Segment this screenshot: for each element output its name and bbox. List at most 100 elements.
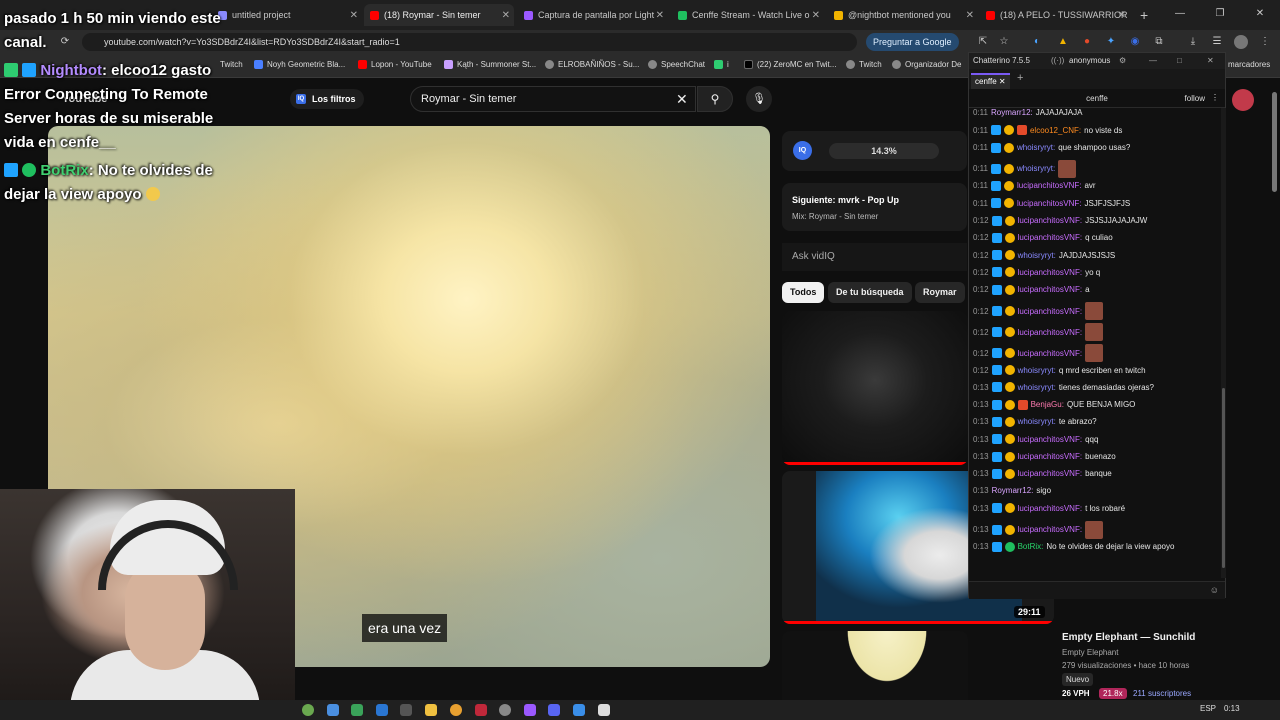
chip-roymar[interactable]: Roymar (915, 282, 965, 303)
maximize-icon[interactable]: □ (1177, 53, 1182, 69)
bookmark-folder[interactable]: marcadores (1228, 60, 1270, 69)
extension-icon[interactable]: ● (1080, 35, 1094, 49)
app-icon[interactable] (351, 704, 363, 716)
app-icon[interactable] (475, 704, 487, 716)
extension-icon[interactable]: ◐ (1030, 35, 1044, 49)
message-username[interactable]: lucipanchitosVNF: (1018, 504, 1082, 513)
page-scrollbar[interactable] (1270, 80, 1278, 690)
close-icon[interactable]: ✕ (966, 10, 974, 21)
message-username[interactable]: lucipanchitosVNF: (1018, 469, 1082, 478)
bookmark[interactable]: Noyh Geometric Bla... (254, 60, 345, 69)
close-icon[interactable]: ✕ (1118, 10, 1126, 21)
video-thumbnail[interactable] (782, 311, 968, 465)
url-field[interactable]: youtube.com/watch?v=Yo3SDBdrZ4I&list=RDY… (82, 33, 857, 51)
search-button[interactable]: ⚲ (697, 86, 733, 112)
bookmark[interactable]: i (714, 60, 729, 69)
message-username[interactable]: whoisryryt: (1018, 383, 1056, 392)
message-username[interactable]: lucipanchitosVNF: (1018, 328, 1082, 337)
emoji-icon[interactable]: ☺ (1210, 585, 1219, 595)
message-username[interactable]: lucipanchitosVNF: (1018, 216, 1082, 225)
bookmark[interactable]: (22) ZeroMC en Twit... (744, 60, 836, 69)
new-tab-button[interactable]: + (1134, 4, 1154, 26)
extension-icon[interactable]: ✦ (1104, 35, 1118, 49)
bookmark[interactable]: ELROBAÑIÑOS - Su... (545, 60, 639, 69)
browser-tab[interactable]: Cenffe Stream - Watch Live o ✕ (672, 4, 824, 26)
translate-button[interactable]: Preguntar a Google (866, 33, 959, 51)
vidiq-logo[interactable]: IQ (793, 141, 812, 160)
app-icon[interactable] (400, 704, 412, 716)
app-icon[interactable] (598, 704, 610, 716)
message-username[interactable]: lucipanchitosVNF: (1018, 268, 1082, 277)
star-icon[interactable]: ☆ (997, 35, 1011, 49)
message-username[interactable]: lucipanchitosVNF: (1018, 435, 1082, 444)
tab-cenffe[interactable]: cenffe ✕ (971, 73, 1010, 89)
video-title[interactable]: Empty Elephant — Sunchild (1062, 632, 1195, 643)
close-icon[interactable]: ✕ (350, 10, 358, 21)
chip-search[interactable]: De tu búsqueda (828, 282, 912, 303)
bookmark[interactable]: Kąth - Summoner St... (444, 60, 536, 69)
bookmark[interactable]: Twitch (846, 60, 882, 69)
reload-icon[interactable]: ⟳ (58, 35, 72, 49)
browser-tab[interactable]: @nightbot mentioned you ✕ (828, 4, 978, 26)
message-username[interactable]: lucipanchitosVNF: (1017, 199, 1081, 208)
message-username[interactable]: whoisryryt: (1018, 366, 1056, 375)
chat-input[interactable]: ☺ (969, 581, 1225, 599)
more-icon[interactable]: ⋮ (1211, 93, 1219, 102)
app-icon[interactable] (524, 704, 536, 716)
browser-tab[interactable]: (18) A PELO - TUSSIWARRIOR ✕ (980, 4, 1130, 26)
minimize-icon[interactable]: — (1149, 53, 1157, 69)
more-icon[interactable]: ⋮ (1258, 35, 1272, 49)
follow-button[interactable]: follow (1185, 94, 1205, 103)
close-icon[interactable]: ✕ (1207, 53, 1214, 69)
scrollbar-thumb[interactable] (1272, 92, 1277, 192)
close-icon[interactable]: ✕ (812, 10, 820, 21)
discord-icon[interactable] (548, 704, 560, 716)
next-up-panel[interactable] (782, 183, 967, 231)
extension-icon[interactable]: ◉ (1128, 35, 1142, 49)
message-username[interactable]: whoisryryt: (1017, 143, 1055, 152)
message-username[interactable]: lucipanchitosVNF: (1017, 181, 1081, 190)
chrome-icon[interactable] (450, 704, 462, 716)
bookmark[interactable]: Lopon - YouTube (358, 60, 432, 69)
avatar[interactable] (1232, 89, 1254, 111)
message-username[interactable]: Roymarr12: (991, 108, 1033, 117)
message-username[interactable]: whoisryryt: (1018, 417, 1056, 426)
bookmark[interactable]: Organizador De (892, 60, 961, 69)
message-username[interactable]: BotRix: (1018, 542, 1044, 551)
download-icon[interactable]: ⤓ (1186, 35, 1200, 49)
install-icon[interactable]: ⇱ (976, 35, 990, 49)
maximize-icon[interactable]: ❐ (1200, 0, 1240, 30)
language-indicator[interactable]: ESP (1200, 704, 1216, 713)
browser-tab[interactable]: Captura de pantalla por Light ✕ (518, 4, 668, 26)
clear-icon[interactable]: ✕ (676, 91, 688, 108)
bookmark[interactable]: Twitch (220, 60, 243, 69)
search-input[interactable]: Roymar - Sin temer (410, 86, 696, 112)
close-icon[interactable]: ✕ (656, 10, 664, 21)
message-username[interactable]: lucipanchitosVNF: (1018, 233, 1082, 242)
app-icon[interactable] (376, 704, 388, 716)
app-icon[interactable] (327, 704, 339, 716)
app-icon[interactable] (573, 704, 585, 716)
message-username[interactable]: elcoo12_CNF: (1030, 126, 1081, 135)
chip-todos[interactable]: Todos (782, 282, 825, 303)
clock[interactable]: 0:13 (1224, 704, 1240, 713)
close-icon[interactable]: ✕ (999, 77, 1006, 86)
gear-icon[interactable]: ⚙ (1119, 53, 1126, 69)
minimize-icon[interactable]: — (1160, 0, 1200, 30)
app-icon[interactable] (302, 704, 314, 716)
menu-icon[interactable]: ☰ (1210, 35, 1224, 49)
message-username[interactable]: lucipanchitosVNF: (1018, 525, 1082, 534)
message-username[interactable]: lucipanchitosVNF: (1018, 349, 1082, 358)
video-thumbnail[interactable] (782, 631, 968, 701)
filters-button[interactable]: IQ Los filtros (290, 89, 364, 109)
profile-icon[interactable] (1234, 35, 1248, 49)
puzzle-icon[interactable]: ⧉ (1152, 35, 1166, 49)
ask-vidiq-input[interactable]: Ask vidIQ (782, 243, 967, 271)
message-username[interactable]: whoisryryt: (1017, 164, 1055, 173)
chat-scrollbar[interactable] (1221, 108, 1226, 578)
scrollbar-thumb[interactable] (1222, 388, 1225, 568)
folder-icon[interactable] (425, 704, 437, 716)
browser-tab[interactable]: untitled project ✕ (212, 4, 362, 26)
extension-icon[interactable]: ▲ (1056, 35, 1070, 49)
message-username[interactable]: lucipanchitosVNF: (1018, 285, 1082, 294)
